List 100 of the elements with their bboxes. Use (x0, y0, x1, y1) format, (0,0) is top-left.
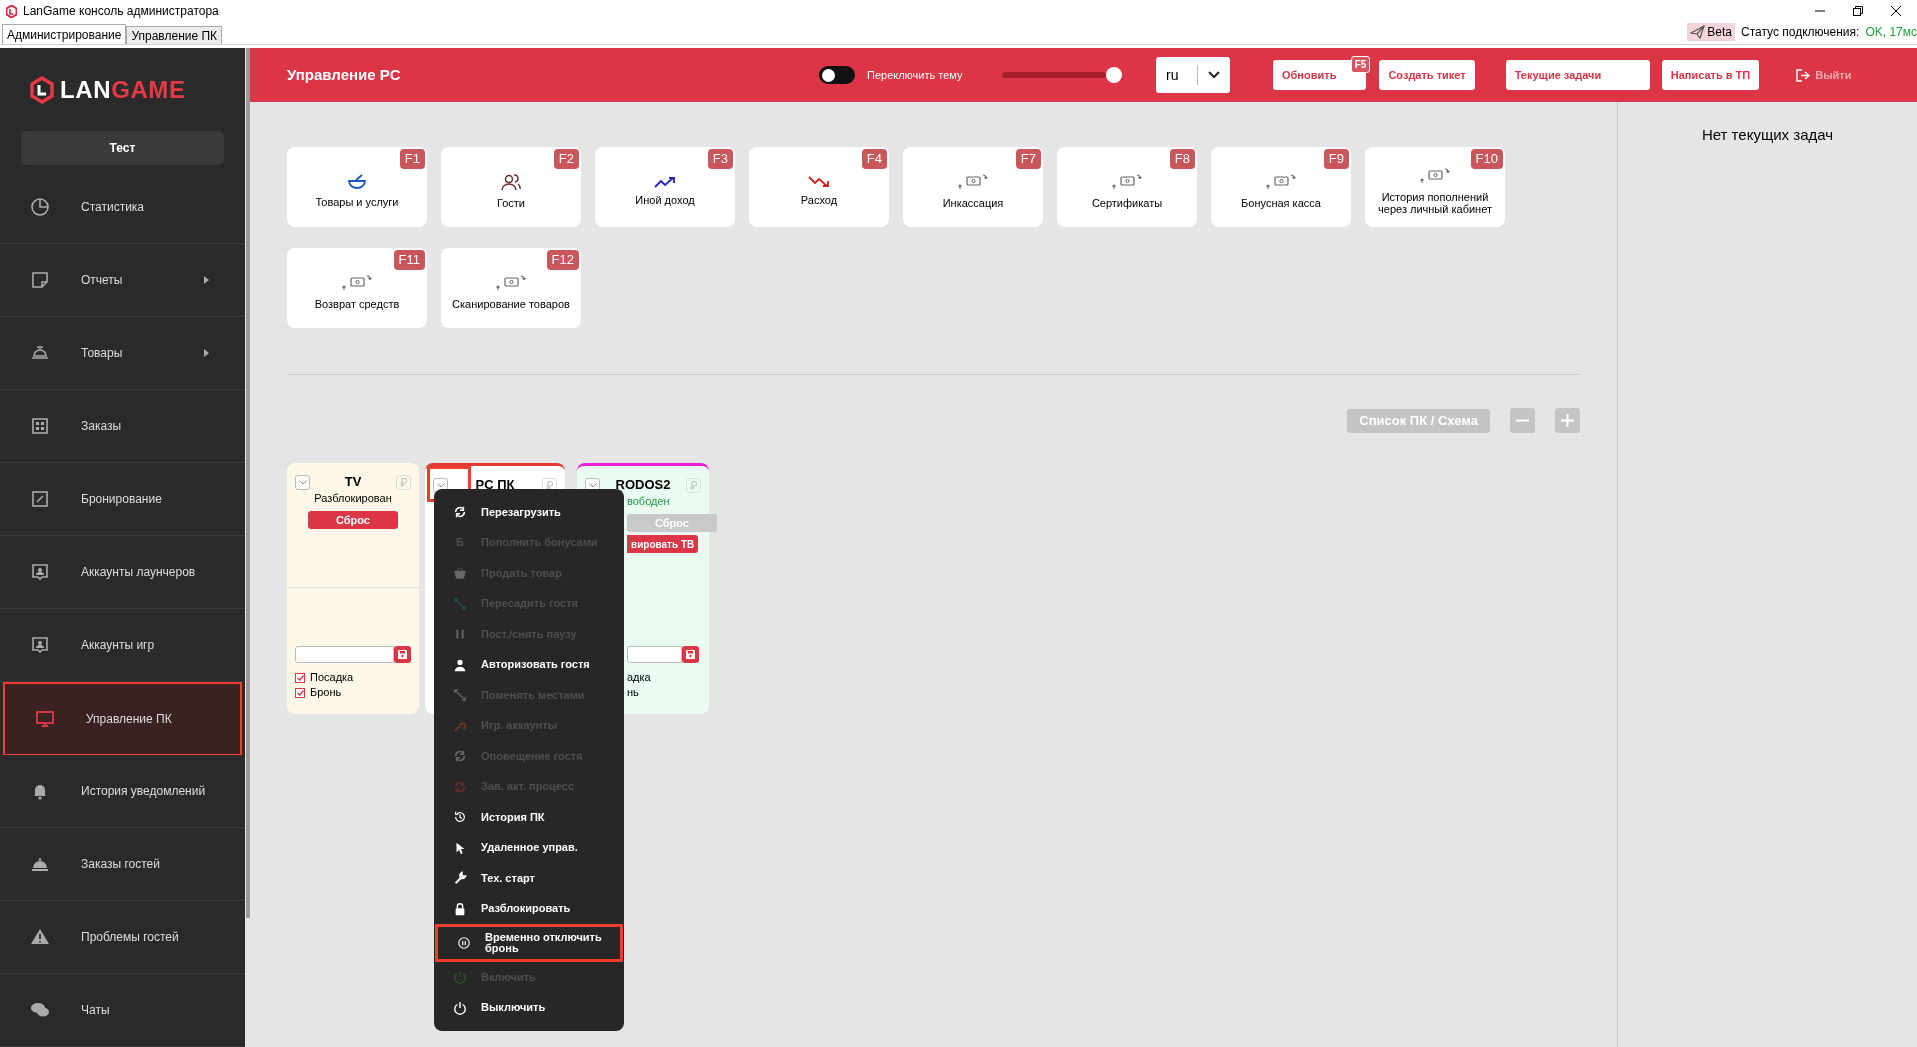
checkbox-label: Бронь (310, 685, 342, 701)
quick-action-tile[interactable]: F10 История пополнений через личный кабинет (1365, 147, 1505, 227)
history-icon (453, 810, 467, 825)
window-title: LanGame консоль администратора (23, 3, 219, 20)
pc-name: RODOS2 (615, 478, 671, 492)
minus-icon (1516, 419, 1529, 422)
power-icon (453, 970, 467, 985)
logout-icon (1796, 68, 1811, 82)
theme-toggle[interactable] (819, 66, 855, 84)
contact-card-icon (30, 635, 50, 655)
cash-exchange-icon (496, 274, 526, 292)
note-icon (30, 270, 50, 290)
beta-badge: Beta (1687, 22, 1735, 41)
pc-name: TV (344, 475, 362, 489)
quick-action-tile[interactable]: F4 Расход (749, 147, 889, 227)
scrollbar-thumb[interactable] (246, 48, 250, 918)
pc-status: Разблокирован (314, 491, 392, 505)
checkbox-label: Посадка (310, 670, 354, 686)
pause-circle-icon (457, 936, 471, 950)
trend-up-icon (654, 176, 676, 188)
context-menu-item[interactable]: Удаленное управ. (434, 832, 624, 863)
app-logo-icon (6, 4, 17, 18)
submenu-arrow-icon (204, 276, 209, 284)
quick-action-tile[interactable]: F1 Товары и услуги (287, 147, 427, 227)
grid-icon (30, 416, 50, 436)
tv-button[interactable]: вировать ТВ (627, 535, 699, 553)
header-button[interactable]: Создать тикет (1379, 60, 1475, 90)
quick-action-tile[interactable]: F2 Гости (441, 147, 581, 227)
slider-thumb[interactable] (1106, 67, 1122, 83)
context-menu-item[interactable]: Временно отключить бронь (435, 924, 623, 962)
save-icon (398, 650, 407, 659)
plus-icon (1561, 414, 1574, 427)
save-button[interactable] (682, 646, 699, 663)
hotkey-badge: F8 (1169, 149, 1195, 169)
checkbox[interactable] (295, 687, 305, 698)
header-button[interactable]: Текущие задачи (1505, 60, 1650, 90)
contact-card-icon (30, 562, 50, 582)
theme-toggle-label: Переключить тему (867, 67, 964, 83)
context-menu-item[interactable]: Выключить (434, 992, 624, 1023)
pc-status: вободен (627, 494, 670, 508)
hotkey-badge: F5 (1350, 56, 1371, 73)
connection-status-label: Статус подключения: (1741, 23, 1860, 41)
header-button[interactable]: Написать в ТП (1661, 60, 1760, 90)
context-menu-item[interactable]: Разблокировать (434, 893, 624, 924)
save-button[interactable] (394, 646, 411, 663)
quick-action-tile[interactable]: F3 Иной доход (595, 147, 735, 227)
expand-arrows-icon (453, 596, 467, 611)
app-tab[interactable]: Администрирование (2, 24, 127, 44)
app-tab[interactable]: Управление ПК (126, 26, 223, 44)
reset-button[interactable]: Сброс (308, 511, 398, 529)
warning-icon (30, 927, 50, 947)
quick-action-tile[interactable]: F8 Сертификаты (1057, 147, 1197, 227)
restore-icon[interactable] (1853, 6, 1863, 16)
save-icon (686, 650, 695, 659)
page-title: Управление PC (287, 64, 402, 85)
cash-exchange-icon (1112, 173, 1142, 191)
empty-tasks-message: Нет текущих задач (1701, 125, 1834, 144)
quick-action-tile[interactable]: F12 Сканирование товаров (441, 248, 581, 328)
context-menu-item[interactable]: Тех. старт (434, 863, 624, 894)
hotkey-badge: F7 (1015, 149, 1041, 169)
quick-action-tile[interactable]: F7 Инкассация (903, 147, 1043, 227)
logo-text: LANGAME (60, 74, 186, 105)
sidebar-item[interactable]: Управление ПК (3, 682, 242, 755)
context-menu-item[interactable]: История ПК (434, 802, 624, 833)
quick-action-tile[interactable]: F11 Возврат средств (287, 248, 427, 328)
hotkey-badge: F1 (399, 149, 425, 169)
close-icon[interactable] (1891, 6, 1901, 16)
quick-action-tile[interactable]: F9 Бонусная касса (1211, 147, 1351, 227)
cash-exchange-icon (1420, 167, 1450, 185)
bowl-icon (347, 174, 367, 190)
hotkey-badge: F2 (553, 149, 579, 169)
cash-exchange-icon (342, 274, 372, 292)
language-select[interactable]: ru (1156, 57, 1230, 93)
refresh-icon (453, 749, 467, 764)
context-menu-item[interactable]: Перезагрузить (434, 497, 624, 528)
monitor-icon (35, 709, 55, 729)
submenu-arrow-icon (204, 349, 209, 357)
power-icon (453, 1000, 467, 1015)
checkbox-label: нь (627, 685, 639, 701)
edit-square-icon (30, 489, 50, 509)
wrench-icon (453, 871, 467, 886)
note-field[interactable] (295, 646, 394, 663)
chevron-down-icon (1208, 71, 1220, 79)
basket-icon (453, 566, 467, 581)
hotkey-badge: F11 (393, 250, 425, 270)
person-icon (453, 657, 467, 672)
user-button[interactable]: Тест (21, 131, 224, 165)
pie-chart-icon (30, 197, 50, 217)
trend-down-icon (808, 176, 830, 188)
checkbox-label: адка (627, 670, 651, 686)
hotkey-badge: F9 (1323, 149, 1349, 169)
people-icon (501, 173, 521, 191)
refresh-icon (453, 505, 467, 520)
lock-icon (453, 901, 467, 916)
hotkey-badge: F12 (546, 250, 579, 270)
note-field[interactable] (627, 646, 682, 663)
logo-mark-icon (30, 75, 54, 104)
checkbox[interactable] (295, 672, 305, 683)
hotkey-badge: F10 (1470, 149, 1503, 169)
context-menu-item[interactable]: Авторизовать гостя (434, 649, 624, 680)
